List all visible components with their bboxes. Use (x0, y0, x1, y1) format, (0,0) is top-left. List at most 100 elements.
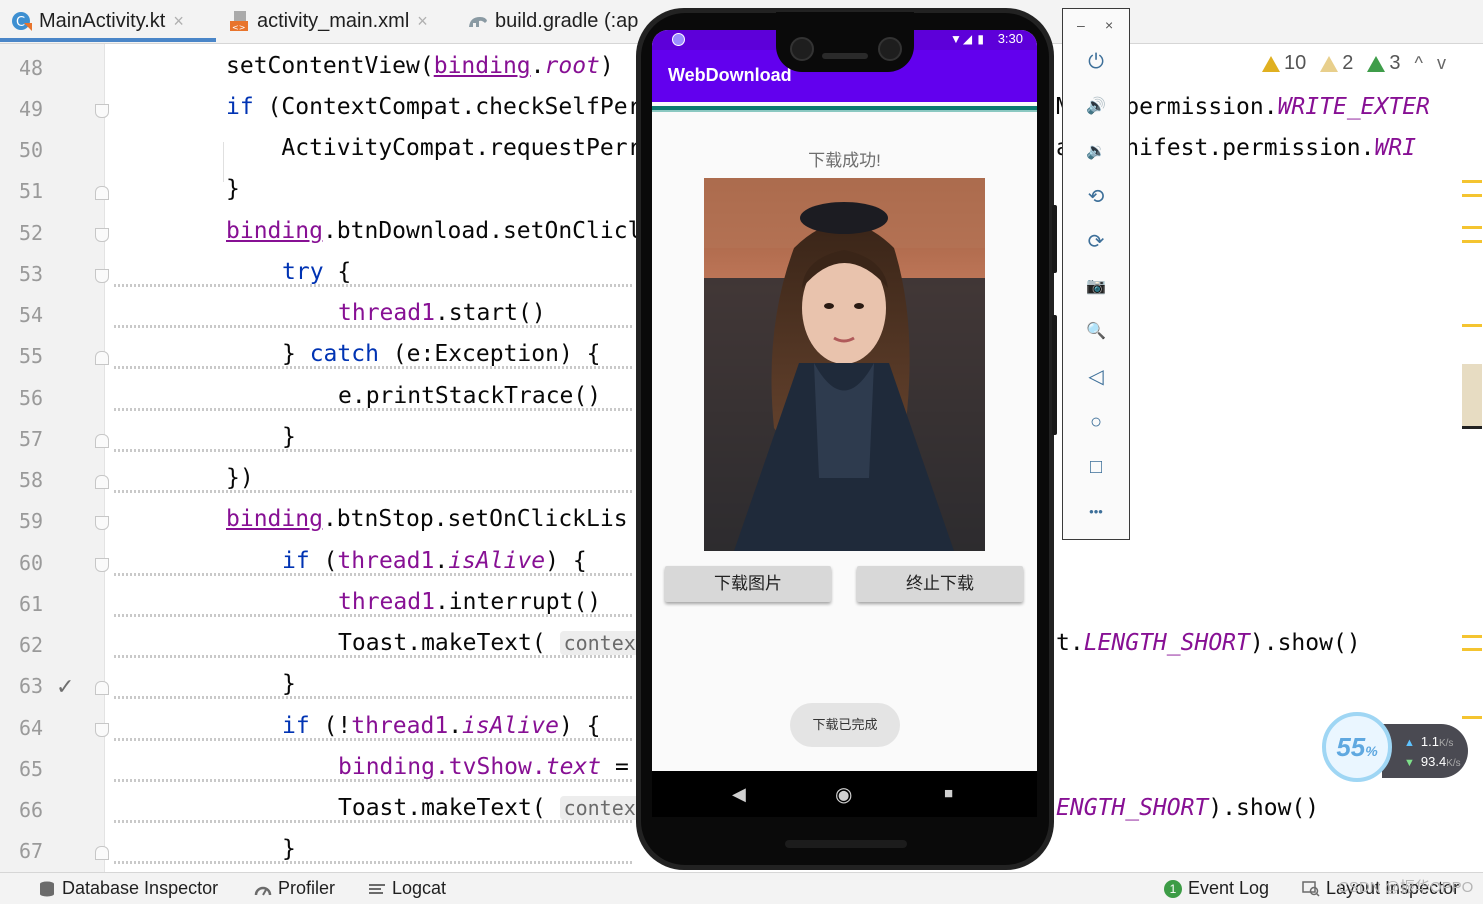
front-camera (790, 37, 814, 61)
scrollbar-thumb[interactable] (1462, 364, 1482, 428)
notification-icon (672, 33, 685, 46)
power-icon[interactable]: ⏻ (1085, 51, 1107, 73)
fold-marker[interactable] (95, 558, 109, 572)
toast-message: 下载已完成 (790, 703, 900, 747)
line-number: 55 (19, 344, 44, 368)
fold-marker[interactable] (95, 269, 109, 283)
logcat-button[interactable]: Logcat (368, 878, 446, 899)
tab-build-gradle[interactable]: build.gradle (:ap (466, 0, 638, 42)
close-icon[interactable]: × (173, 11, 184, 32)
scroll-marker[interactable] (1462, 240, 1482, 243)
line-number: 62 (19, 633, 44, 657)
weak-warning-icon (1320, 55, 1339, 72)
typos-count[interactable]: 3 (1367, 52, 1401, 75)
line-number: 61 (19, 592, 44, 616)
tab-activity-main-xml[interactable]: <> activity_main.xml × (228, 0, 428, 42)
scroll-marker[interactable] (1462, 180, 1482, 183)
nav-back-icon[interactable]: ◀ (732, 784, 746, 805)
fold-marker[interactable] (95, 186, 109, 200)
code-line-66: Toast.makeText( context: (338, 795, 664, 821)
line-number: 53 (19, 262, 44, 286)
event-log-button[interactable]: 1 Event Log (1164, 878, 1269, 899)
typo-icon (1367, 55, 1386, 72)
volume-up-icon[interactable]: 🔊 (1085, 96, 1107, 118)
home-icon[interactable]: ○ (1085, 411, 1107, 433)
scroll-marker[interactable] (1462, 226, 1482, 229)
device-screen[interactable]: ▼◢ ▮ 3:30 WebDownload 下载成功! 下载图片 终止下载 下载… (652, 30, 1037, 817)
zoom-icon[interactable]: 🔍 (1085, 321, 1107, 343)
code-line-55: } catch (e:Exception) { (282, 341, 601, 367)
database-icon (40, 881, 54, 896)
fold-marker[interactable] (95, 516, 109, 530)
fold-marker[interactable] (95, 681, 109, 695)
line-number: 57 (19, 427, 44, 451)
rotate-right-icon[interactable]: ⟳ (1085, 231, 1107, 253)
code-line-61: thread1.interrupt() (338, 589, 602, 615)
profiler-button[interactable]: Profiler (254, 878, 335, 899)
svg-text:C: C (16, 15, 25, 30)
network-speed-widget[interactable]: ▲ 1.1K/s ▼ 93.4K/s 55% (1322, 710, 1472, 790)
layout-file-icon: <> (230, 11, 248, 32)
scroll-marker[interactable] (1462, 648, 1482, 651)
inspection-widget[interactable]: 10 2 3 ^ v (1262, 52, 1446, 75)
nav-recent-icon[interactable]: ■ (944, 785, 953, 802)
camera-icon[interactable]: 📷 (1085, 276, 1107, 298)
fold-marker[interactable] (95, 228, 109, 242)
scroll-marker[interactable] (1462, 324, 1482, 327)
weak-warning-underline (114, 696, 634, 699)
device-volume-button[interactable] (1052, 315, 1057, 435)
weak-warning-underline (114, 449, 634, 452)
database-inspector-button[interactable]: Database Inspector (38, 878, 218, 899)
device-navigation-bar: ◀ ◉ ■ (652, 771, 1037, 817)
overview-icon[interactable]: □ (1085, 456, 1107, 478)
line-number: 50 (19, 138, 44, 162)
device-earpiece (822, 53, 868, 59)
minimize-icon[interactable]: – (1077, 17, 1085, 33)
fold-marker[interactable] (95, 351, 109, 365)
more-icon[interactable]: ••• (1085, 501, 1107, 523)
weak-warnings-count[interactable]: 2 (1320, 52, 1353, 75)
stop-download-button[interactable]: 终止下载 (857, 566, 1023, 602)
svg-text:<>: <> (232, 23, 245, 32)
network-speed-panel: ▲ 1.1K/s ▼ 93.4K/s (1382, 724, 1468, 778)
front-camera (878, 37, 902, 61)
close-icon[interactable]: × (417, 11, 428, 32)
weak-warning-underline (114, 284, 634, 287)
fold-marker[interactable] (95, 475, 109, 489)
line-number: 51 (19, 179, 44, 203)
tool-window-bar: Database Inspector Profiler Logcat 1 Eve… (0, 872, 1483, 904)
signal-battery-icons: ▼◢ ▮ (949, 32, 985, 46)
previous-highlight-icon[interactable]: ^ (1415, 53, 1423, 74)
code-line-48: setContentView(binding.root) (226, 53, 614, 79)
fold-marker[interactable] (95, 846, 109, 860)
fold-marker[interactable] (95, 434, 109, 448)
profiler-icon (254, 886, 272, 895)
code-line-67: } (282, 836, 296, 862)
close-icon[interactable]: × (1105, 17, 1113, 33)
upload-arrow-icon: ▲ (1404, 737, 1415, 749)
next-highlight-icon[interactable]: v (1437, 53, 1446, 74)
download-status-text: 下载成功! (808, 151, 881, 170)
fold-marker[interactable] (95, 104, 109, 118)
back-icon[interactable]: ◁ (1085, 366, 1107, 388)
download-image-button[interactable]: 下载图片 (665, 566, 831, 602)
code-line-57: } (282, 424, 296, 450)
tab-mainactivity-kt[interactable]: C MainActivity.kt × (10, 0, 184, 42)
download-speed: ▼ 93.4K/s (1404, 754, 1461, 769)
code-line-62: Toast.makeText( context: (338, 630, 664, 656)
rotate-left-icon[interactable]: ⟲ (1085, 186, 1107, 208)
code-line-59: binding.btnStop.setOnClickLis (226, 506, 628, 532)
scroll-marker[interactable] (1462, 635, 1482, 638)
warning-icon (1262, 55, 1280, 72)
fold-marker[interactable] (95, 723, 109, 737)
line-gutter (0, 44, 105, 872)
device-power-button[interactable] (1052, 205, 1057, 273)
line-number: 54 (19, 303, 44, 327)
warnings-count[interactable]: 10 (1262, 52, 1306, 75)
code-line-63: } (282, 671, 296, 697)
download-progress-track (652, 110, 1037, 112)
nav-home-icon[interactable]: ◉ (835, 782, 852, 807)
scroll-marker[interactable] (1462, 194, 1482, 197)
volume-down-icon[interactable]: 🔉 (1085, 141, 1107, 163)
line-number: 66 (19, 798, 44, 822)
